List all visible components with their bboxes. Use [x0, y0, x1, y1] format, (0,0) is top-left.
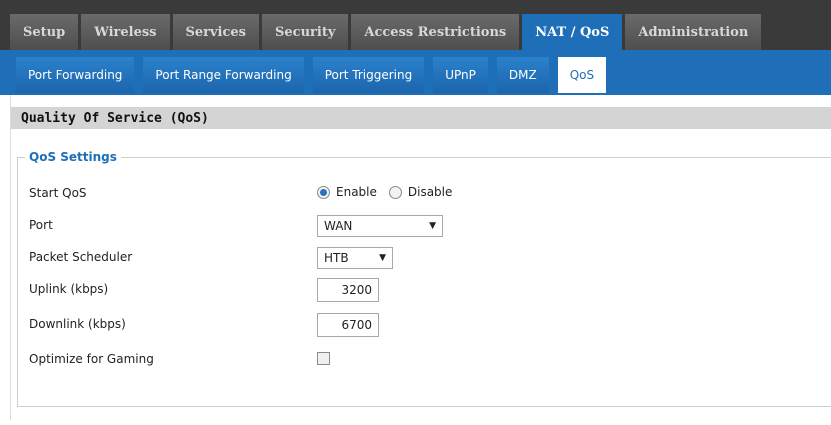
- port-label: Port: [29, 218, 53, 232]
- port-select[interactable]: WAN ▼: [317, 215, 443, 237]
- downlink-label: Downlink (kbps): [29, 317, 126, 331]
- start-qos-radios: Enable Disable: [317, 185, 452, 199]
- subtab-qos[interactable]: QoS: [557, 57, 607, 93]
- optimize-gaming-checkbox[interactable]: [317, 352, 330, 365]
- disable-label: Disable: [407, 185, 453, 199]
- tab-administration[interactable]: Administration: [625, 14, 762, 50]
- tab-services[interactable]: Services: [172, 14, 260, 50]
- tab-nat-qos[interactable]: NAT / QoS: [522, 14, 623, 50]
- optimize-gaming-label: Optimize for Gaming: [29, 352, 154, 366]
- packet-scheduler-value: HTB: [324, 251, 349, 265]
- sub-nav-bar: Port Forwarding Port Range Forwarding Po…: [0, 50, 831, 95]
- packet-scheduler-select[interactable]: HTB ▼: [317, 247, 393, 269]
- subtab-port-forwarding[interactable]: Port Forwarding: [16, 57, 135, 93]
- downlink-input[interactable]: 6700: [317, 313, 379, 337]
- tab-access-restrictions[interactable]: Access Restrictions: [351, 14, 520, 50]
- subtab-upnp[interactable]: UPnP: [433, 57, 488, 93]
- sub-tabs: Port Forwarding Port Range Forwarding Po…: [16, 57, 607, 93]
- tab-wireless[interactable]: Wireless: [81, 14, 170, 50]
- enable-radio[interactable]: [317, 185, 330, 199]
- chevron-down-icon: ▼: [379, 253, 386, 263]
- packet-scheduler-label: Packet Scheduler: [29, 250, 133, 264]
- tab-setup[interactable]: Setup: [10, 14, 79, 50]
- uplink-input[interactable]: 3200: [317, 278, 379, 302]
- chevron-down-icon: ▼: [429, 221, 436, 231]
- main-tabs: Setup Wireless Services Security Access …: [10, 14, 762, 50]
- subtab-port-triggering[interactable]: Port Triggering: [312, 57, 425, 93]
- fieldset-legend: QoS Settings: [25, 150, 121, 164]
- tab-security[interactable]: Security: [262, 14, 349, 50]
- subtab-port-range-forwarding[interactable]: Port Range Forwarding: [143, 57, 304, 93]
- main-nav-bar: Setup Wireless Services Security Access …: [0, 0, 831, 50]
- enable-label: Enable: [336, 185, 377, 199]
- subtab-dmz[interactable]: DMZ: [496, 57, 549, 93]
- port-select-value: WAN: [324, 219, 353, 233]
- disable-radio[interactable]: [388, 185, 402, 199]
- section-title: Quality Of Service (QoS): [11, 107, 831, 129]
- uplink-label: Uplink (kbps): [29, 282, 109, 296]
- start-qos-label: Start QoS: [29, 186, 87, 200]
- content-panel: Quality Of Service (QoS) QoS Settings St…: [10, 95, 831, 420]
